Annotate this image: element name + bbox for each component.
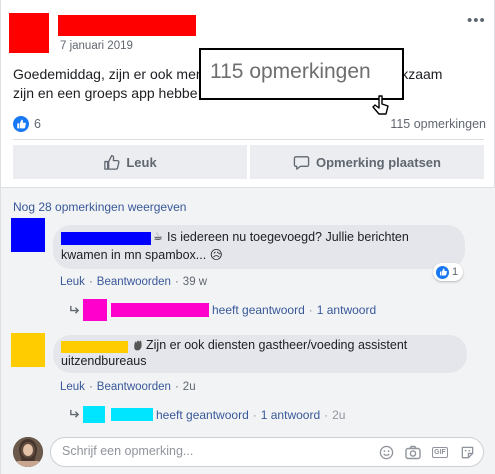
post-body-line-1-head: Goedemiddag, zijn er ook men (13, 66, 204, 82)
reply-count: 1 antwoord (260, 407, 321, 422)
comment-reaction-count: 1 (452, 266, 459, 278)
separator-dot: · (88, 381, 93, 393)
like-button-label: Leuk (126, 154, 157, 170)
mouse-cursor-icon (372, 95, 389, 115)
callout-text: 115 opmerkingen (210, 60, 371, 83)
reply-count: 1 antwoord (316, 303, 377, 317)
comment-bubble: Zijn er ook diensten gastheer/voeding as… (53, 335, 467, 373)
comment-time[interactable]: 39 w (183, 276, 207, 288)
commenter-avatar-redacted[interactable] (11, 333, 45, 367)
like-count: 6 (34, 117, 41, 131)
like-reaction-icon (13, 116, 29, 132)
separator-dot: · (174, 381, 179, 393)
reply-summary[interactable]: heeft geantwoord · 1 antwoord · 2u (69, 406, 345, 423)
comment-actions: Leuk · Beantwoorden · 2u (60, 381, 196, 393)
separator-dot: · (252, 407, 257, 422)
replier-avatar-redacted[interactable] (83, 299, 107, 321)
comment-time[interactable]: 2u (183, 381, 196, 393)
like-reaction-icon (436, 265, 449, 279)
comment-bubble-icon (293, 155, 310, 170)
commenter-avatar-redacted[interactable] (11, 218, 45, 252)
gif-icon[interactable]: GIF (432, 444, 448, 460)
reaction-summary[interactable]: 6 (13, 116, 41, 132)
reply-time: 2u (332, 407, 346, 422)
comment-like-link[interactable]: Leuk (60, 276, 85, 288)
comment-button-label: Opmerking plaatsen (316, 154, 441, 170)
replier-avatar-redacted[interactable] (83, 406, 105, 423)
hand-wave-icon (134, 340, 142, 351)
comment-reply-link[interactable]: Beantwoorden (97, 381, 171, 393)
sad-emoji: 😥 (209, 248, 223, 262)
reply-arrow-icon (70, 305, 80, 314)
commenter-name-redacted[interactable] (61, 232, 151, 245)
comment-actions: Leuk · Beantwoorden · 39 w (60, 276, 207, 288)
commenter-name-redacted[interactable] (61, 341, 128, 353)
separator-dot: · (308, 303, 313, 317)
comments-section: Nog 28 opmerkingen weergeven ☕ Is iedere… (1, 187, 495, 474)
separator-dot: · (174, 276, 179, 288)
composer-icons: GIF (367, 444, 475, 460)
post-date[interactable]: 7 januari 2019 (60, 40, 133, 52)
comment-text-line-2: kwamen in mn spambox... 😥 (61, 247, 223, 264)
comment-like-link[interactable]: Leuk (60, 381, 85, 393)
camera-icon[interactable] (405, 444, 421, 460)
thumbs-up-icon (104, 154, 120, 170)
comment-reply-link[interactable]: Beantwoorden (97, 276, 171, 288)
comment-text-line-1: Is iedereen nu toegevoegd? Jullie berich… (167, 230, 409, 244)
like-button[interactable]: Leuk (13, 145, 247, 179)
comment-text-line-2-text: kwamen in mn spambox... (61, 248, 207, 262)
comment-button[interactable]: Opmerking plaatsen (250, 145, 484, 179)
sticker-icon[interactable] (459, 444, 475, 460)
replier-name-redacted[interactable] (111, 303, 209, 317)
view-more-comments-link[interactable]: Nog 28 opmerkingen weergeven (13, 200, 186, 214)
reply-summary-text: heeft geantwoord (156, 407, 249, 422)
action-bar: Leuk Opmerking plaatsen (13, 145, 484, 179)
current-user-avatar[interactable] (13, 437, 43, 467)
reply-arrow-icon (70, 409, 80, 418)
coffee-icon: ☕ (153, 231, 163, 243)
author-name-redacted[interactable] (58, 15, 196, 36)
separator-dot: · (324, 407, 329, 422)
reply-summary[interactable]: heeft geantwoord · 1 antwoord (69, 299, 376, 321)
replier-name-redacted[interactable] (111, 408, 153, 421)
author-avatar-redacted[interactable] (9, 13, 49, 53)
comment-input[interactable] (62, 444, 292, 458)
separator-dot: · (88, 276, 93, 288)
reply-summary-text: heeft geantwoord (212, 303, 305, 317)
comment-reaction-badge[interactable]: 1 (433, 263, 464, 281)
comment-bubble: ☕ Is iedereen nu toegevoegd? Jullie beri… (53, 225, 465, 269)
comment-count-callout: 115 opmerkingen (199, 48, 404, 100)
more-dots-icon[interactable]: ••• (467, 12, 486, 29)
comment-text-line-1: Zijn er ook diensten gastheer/voeding as… (146, 338, 408, 352)
divider (13, 139, 484, 140)
smiley-icon[interactable] (378, 444, 394, 460)
comment-text-line-2: uitzendbureaus (61, 354, 147, 368)
comment-composer: GIF (50, 437, 484, 467)
facebook-post: 7 januari 2019 ••• Goedemiddag, zijn er … (0, 0, 495, 474)
comment-count[interactable]: 115 opmerkingen (390, 117, 486, 131)
